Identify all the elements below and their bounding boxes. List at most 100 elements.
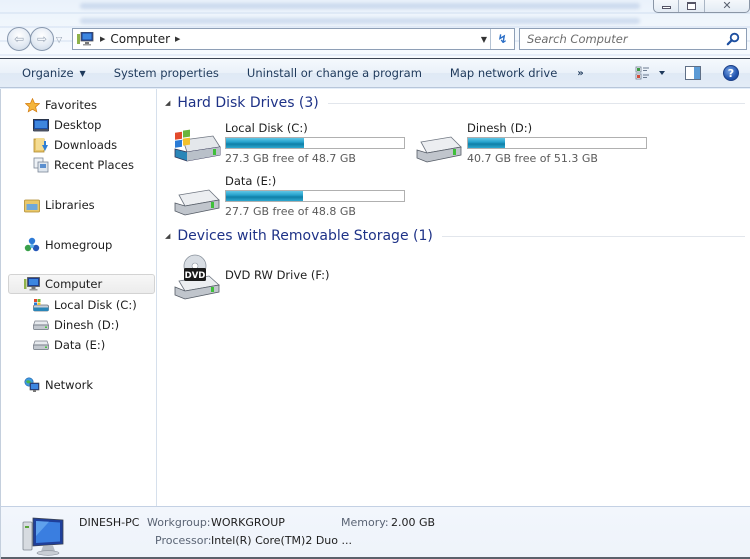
search-box <box>519 28 747 50</box>
hard-disk-drives-group-header[interactable]: ◢ Hard Disk Drives (3) <box>165 95 745 111</box>
group-divider <box>441 235 745 237</box>
navigation-buttons: ⇦ ⇨ ▽ <box>7 27 66 51</box>
maximize-button[interactable] <box>679 0 705 12</box>
help-icon: ? <box>723 65 739 81</box>
refresh-icon: ↯ <box>497 32 508 46</box>
drive-free-space: 27.7 GB free of 48.8 GB <box>225 205 356 218</box>
back-button[interactable]: ⇦ <box>7 27 31 51</box>
command-bar: Organize ▼ System properties Uninstall o… <box>0 58 750 88</box>
collapse-triangle-icon[interactable]: ◢ <box>165 99 170 107</box>
dvd-badge-label: DVD <box>185 271 206 281</box>
back-arrow-icon: ⇦ <box>13 32 25 46</box>
sidebar-item-homegroup[interactable]: Homegroup <box>24 235 112 255</box>
homegroup-icon <box>24 237 40 253</box>
address-history-dropdown[interactable]: ▼ <box>481 35 487 44</box>
sidebar-item-network[interactable]: Network <box>24 375 93 395</box>
sidebar-item-local-disk-c[interactable]: Local Disk (C:) <box>33 295 137 315</box>
sidebar-label: Data (E:) <box>54 338 106 352</box>
windows-drive-icon <box>173 127 221 167</box>
map-network-drive-button[interactable]: Map network drive <box>436 59 571 87</box>
forward-arrow-icon: ⇨ <box>36 32 48 46</box>
hard-drive-icon <box>33 337 49 353</box>
address-bar[interactable]: ▶ Computer ▶ ▼ ↯ <box>72 28 515 50</box>
group-title: Devices with Removable Storage (1) <box>177 228 433 244</box>
more-commands-button[interactable]: » <box>571 68 589 79</box>
drive-free-space: 40.7 GB free of 51.3 GB <box>467 152 598 165</box>
map-network-drive-label: Map network drive <box>449 66 558 80</box>
close-icon: ✕ <box>722 0 732 12</box>
drive-usage-bar <box>467 137 647 149</box>
file-list-pane: ◢ Hard Disk Drives (3) Local Disk (C:) 2… <box>158 89 750 506</box>
breadcrumb-separator-icon[interactable]: ▶ <box>100 35 105 43</box>
change-view-button[interactable] <box>628 59 674 87</box>
drive-item-dinesh-d[interactable]: Dinesh (D:) 40.7 GB free of 51.3 GB <box>415 121 655 171</box>
background-blur <box>80 18 640 24</box>
sidebar-item-data-e[interactable]: Data (E:) <box>33 335 105 355</box>
drive-item-local-disk-c[interactable]: Local Disk (C:) 27.3 GB free of 48.7 GB <box>173 121 413 171</box>
uninstall-program-button[interactable]: Uninstall or change a program <box>233 59 436 87</box>
group-divider <box>327 102 745 104</box>
close-button[interactable]: ✕ <box>705 0 749 12</box>
computer-icon <box>21 516 67 556</box>
windows-drive-icon <box>33 297 49 313</box>
help-button[interactable]: ? <box>712 59 750 87</box>
processor-value: Intel(R) Core(TM)2 Duo ... <box>211 534 352 547</box>
organize-button[interactable]: Organize ▼ <box>0 59 100 87</box>
background-blur <box>80 3 640 9</box>
explorer-content: Favorites Desktop Downloads Recent Place… <box>0 89 750 506</box>
drive-item-dvd-rw-f[interactable]: DVD DVD RW Drive (F:) <box>173 254 413 300</box>
processor-label: Processor: <box>155 534 212 547</box>
drive-name: Local Disk (C:) <box>225 121 308 135</box>
search-input[interactable] <box>527 32 717 46</box>
drive-free-space: 27.3 GB free of 48.7 GB <box>225 152 356 165</box>
view-options-icon <box>635 66 665 80</box>
drive-name: Dinesh (D:) <box>467 121 533 135</box>
minimize-icon <box>661 6 671 9</box>
sidebar-label: Desktop <box>54 118 102 132</box>
sidebar-item-desktop[interactable]: Desktop <box>33 115 101 135</box>
dvd-drive-icon: DVD <box>173 254 221 300</box>
chevron-down-icon: ▼ <box>79 68 86 78</box>
sidebar-item-downloads[interactable]: Downloads <box>33 135 117 155</box>
search-icon[interactable] <box>726 32 740 49</box>
sidebar-label: Recent Places <box>54 158 134 172</box>
preview-pane-button[interactable] <box>674 59 712 87</box>
minimize-button[interactable] <box>654 0 680 12</box>
system-properties-button[interactable]: System properties <box>100 59 233 87</box>
sidebar-label: Favorites <box>45 98 97 112</box>
removable-storage-group-header[interactable]: ◢ Devices with Removable Storage (1) <box>165 228 745 244</box>
sidebar-item-favorites[interactable]: Favorites <box>24 95 97 115</box>
breadcrumb-separator-icon[interactable]: ▶ <box>175 35 180 43</box>
hard-drive-icon <box>415 127 463 167</box>
recent-pages-dropdown[interactable]: ▽ <box>56 35 66 44</box>
collapse-triangle-icon[interactable]: ◢ <box>165 232 170 240</box>
drive-usage-bar <box>225 137 405 149</box>
drive-name: Data (E:) <box>225 174 277 188</box>
network-icon <box>24 377 40 393</box>
memory-label: Memory: <box>341 516 389 529</box>
breadcrumb-computer[interactable]: Computer <box>110 32 170 46</box>
drive-name: DVD RW Drive (F:) <box>225 268 330 282</box>
workgroup-value: WORKGROUP <box>211 516 285 529</box>
organize-label: Organize <box>22 66 74 80</box>
drive-usage-fill <box>468 138 506 148</box>
computer-icon <box>24 276 40 292</box>
desktop-icon <box>33 117 49 133</box>
workgroup-label: Workgroup: <box>147 516 211 529</box>
sidebar-label: Libraries <box>45 198 95 212</box>
group-title: Hard Disk Drives (3) <box>177 95 319 111</box>
libraries-icon <box>24 197 40 213</box>
computer-name: DINESH-PC <box>79 516 140 529</box>
toolbar-right-group: ? <box>628 59 750 87</box>
forward-button[interactable]: ⇨ <box>30 27 54 51</box>
drive-item-data-e[interactable]: Data (E:) 27.7 GB free of 48.8 GB <box>173 174 413 224</box>
uninstall-program-label: Uninstall or change a program <box>246 66 422 80</box>
sidebar-item-computer[interactable]: Computer <box>8 274 155 294</box>
sidebar-item-recent-places[interactable]: Recent Places <box>33 155 134 175</box>
sidebar-item-dinesh-d[interactable]: Dinesh (D:) <box>33 315 119 335</box>
star-icon <box>24 97 40 113</box>
refresh-button[interactable]: ↯ <box>490 29 514 49</box>
hard-drive-icon <box>33 317 49 333</box>
sidebar-item-libraries[interactable]: Libraries <box>24 195 95 215</box>
sidebar-label: Computer <box>45 277 103 291</box>
